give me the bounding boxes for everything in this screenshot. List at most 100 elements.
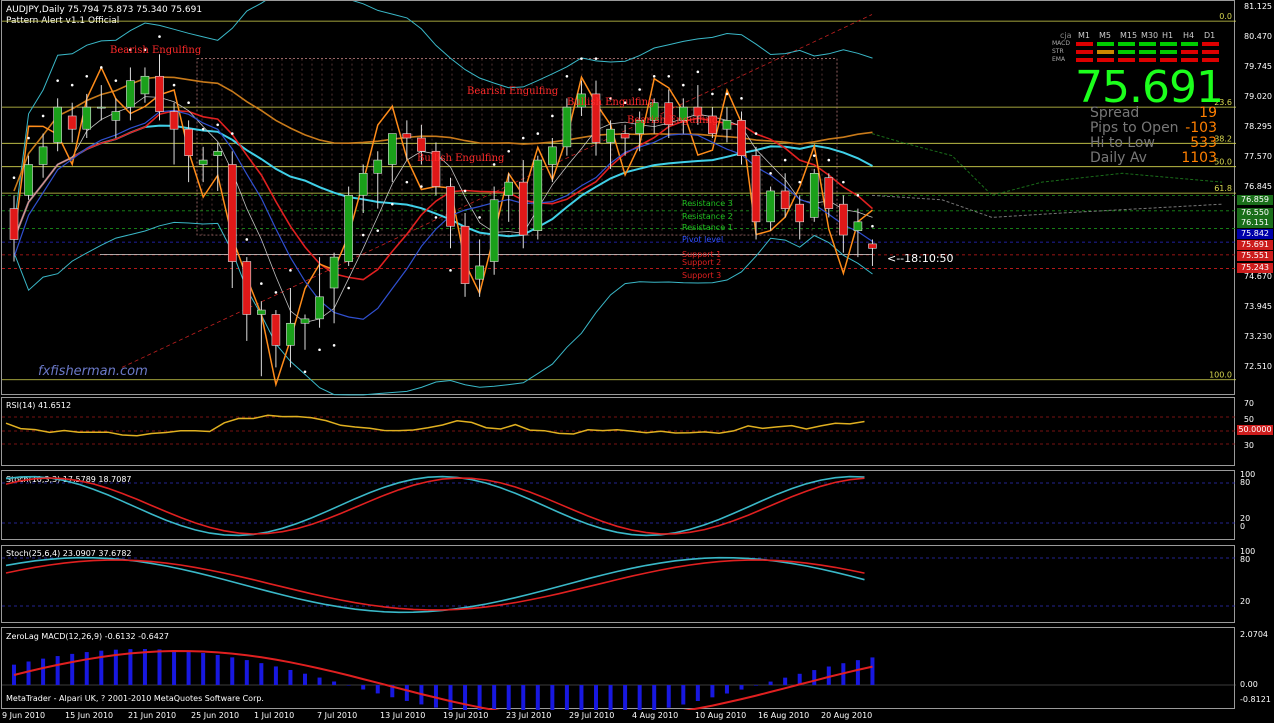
macd-histogram-bar [230, 657, 235, 685]
candle-bull [606, 128, 615, 143]
sar-dot [158, 35, 161, 38]
signal-cell [1202, 50, 1219, 54]
macd-histogram-bar [564, 685, 569, 710]
stoch2-pane[interactable]: Stoch(25,6,4) 23.0907 37.6782 [1, 545, 1236, 623]
date-label: 21 Jun 2010 [128, 711, 177, 720]
signal-cell [1118, 42, 1135, 46]
date-label: 13 Jul 2010 [380, 711, 426, 720]
candle-bull [373, 159, 383, 174]
main-chart-pane[interactable]: AUDJPY,Daily 75.794 75.873 75.340 75.691… [1, 0, 1236, 396]
macd-tick: -0.8121 [1240, 695, 1271, 704]
stat-row: Pips to Open -103 [1090, 120, 1217, 136]
date-label: 25 Jun 2010 [191, 711, 240, 720]
macd-histogram-bar [172, 650, 177, 685]
sar-dot [652, 74, 656, 78]
macd-histogram-bar [157, 649, 162, 685]
signal-row-label: EMA [1052, 56, 1066, 63]
copyright: MetaTrader - Alpari UK, ? 2001-2010 Meta… [6, 694, 264, 703]
candle-bull [38, 146, 48, 165]
fib-label: 100.0 [1209, 371, 1232, 380]
macd-histogram-bar [739, 685, 744, 690]
candle-bear [242, 261, 252, 315]
sar-dot [842, 180, 845, 184]
candle-bull [387, 133, 397, 165]
macd-histogram-bar [317, 677, 322, 685]
price-box: 75.243 [1237, 263, 1273, 273]
sar-dot [551, 114, 554, 118]
rsi-tick: 50 [1243, 415, 1254, 424]
zigzag-line [13, 65, 873, 388]
sar-dot [536, 132, 540, 135]
signal-cell [1076, 42, 1093, 46]
price-tick: 74.670 [1244, 272, 1272, 281]
candle-bull [286, 322, 295, 346]
rsi-tick: 70 [1243, 399, 1254, 408]
sar-dot [70, 83, 74, 87]
macd-pane[interactable]: ZeroLag MACD(12,26,9) -0.6132 -0.6427 Me… [1, 627, 1236, 710]
timeframe-label: M1 [1078, 31, 1090, 40]
rsi-tick: 30 [1243, 441, 1254, 450]
stat-value: 1103 [1181, 150, 1217, 166]
date-label: 7 Jul 2010 [317, 711, 358, 720]
stoch1-tick: 80 [1240, 478, 1251, 487]
sar-dot [100, 66, 103, 69]
stoch2-signal [5, 559, 865, 611]
candle-bull [489, 199, 499, 262]
sar-dot [260, 282, 263, 285]
macd-histogram-bar [361, 685, 366, 690]
stoch1-pane[interactable]: Stoch(10,3,3) 17.5789 18.7087 [1, 470, 1236, 540]
rsi-pane[interactable]: RSI(14) 41.6512 [1, 397, 1236, 466]
macd-tick: 0.00 [1240, 680, 1258, 689]
macd-histogram-bar [26, 661, 31, 685]
candle-bull [126, 80, 135, 108]
price-box: 76.859 [1237, 195, 1273, 205]
sar-dot [434, 216, 438, 219]
candle-bear [417, 137, 426, 152]
pivot-label: Resistance 1 [682, 223, 733, 232]
macd-histogram-bar [652, 685, 657, 710]
candle-bear [824, 177, 834, 209]
signal-cell [1202, 42, 1219, 46]
sar-dot [580, 57, 583, 60]
macd-histogram-bar [463, 685, 468, 710]
macd-histogram-bar [855, 660, 860, 685]
stat-row: Spread 19 [1090, 105, 1217, 121]
sar-dot [449, 269, 452, 272]
signal-cell [1160, 50, 1177, 54]
price-box: 76.151 [1237, 218, 1273, 228]
candle-bull [722, 120, 732, 130]
macd-histogram-bar [215, 654, 220, 685]
date-axis: 9 Jun 2010 15 Jun 2010 21 Jun 2010 25 Jun 2… [0, 709, 1274, 723]
sar-dot [565, 74, 569, 78]
pattern-label: Bullish Engulfing [417, 153, 505, 164]
stat-value: -103 [1185, 120, 1217, 136]
stat-label: Hi to Low [1090, 135, 1155, 151]
macd-histogram-bar [710, 685, 715, 698]
candle-bear [868, 243, 877, 249]
sar-dot [347, 286, 350, 290]
macd-histogram-bar [870, 657, 875, 685]
sar-dot [85, 74, 89, 78]
stoch2-tick: 20 [1240, 597, 1251, 606]
pattern-label: Bearish Engulfing [467, 86, 559, 97]
stoch1-tick: 0 [1240, 522, 1246, 531]
macd-histogram-bar [332, 681, 337, 685]
macd-histogram-bar [186, 651, 191, 685]
signal-cell [1097, 42, 1114, 46]
sar-dot [318, 348, 321, 352]
candle-bear [271, 314, 281, 346]
macd-tick: 2.0704 [1240, 630, 1268, 639]
candle-bear [839, 203, 848, 236]
macd-scale: 2.0704 0.00 -0.8121 [1236, 627, 1274, 709]
candle-bull [548, 146, 557, 165]
date-label: 4 Aug 2010 [632, 711, 679, 720]
sar-dot [172, 83, 176, 87]
candle-bear [780, 190, 790, 209]
pivot-label: Support 2 [682, 258, 721, 267]
sar-dot [187, 101, 190, 105]
macd-histogram-bar [535, 685, 540, 710]
macd-histogram-bar [783, 677, 788, 685]
price-chart-svg: 0.023.638.250.061.8100.0Bearish Engulfin… [2, 1, 1236, 396]
sar-dot [682, 83, 685, 87]
candle-bull [111, 111, 121, 121]
